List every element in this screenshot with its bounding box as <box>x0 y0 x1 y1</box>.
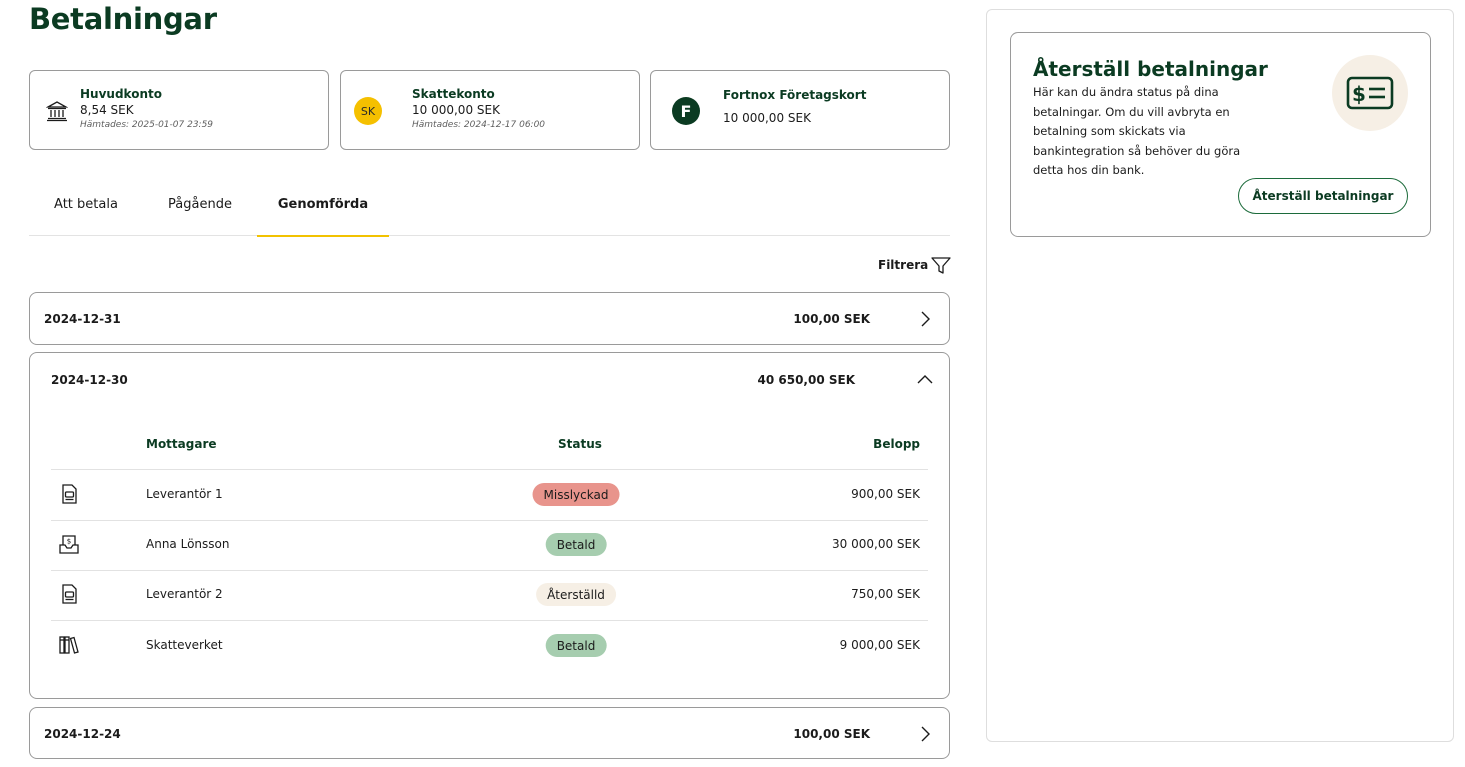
row-recipient: Leverantör 1 <box>146 487 223 501</box>
funnel-icon <box>931 257 951 274</box>
account-card-foretagskort[interactable]: F Fortnox Företagskort 10 000,00 SEK <box>650 70 950 150</box>
reset-payments-card: Återställ betalningar Här kan du ändra s… <box>1010 32 1431 237</box>
row-amount: 9 000,00 SEK <box>839 638 920 652</box>
invoice-icon <box>62 484 77 504</box>
account-card-huvudkonto[interactable]: Huvudkonto 8,54 SEK Hämtades: 2025-01-07… <box>29 70 329 150</box>
status-badge: Betald <box>545 634 607 657</box>
row-recipient: Anna Lönsson <box>146 537 230 551</box>
account-balance: 8,54 SEK <box>80 103 134 117</box>
filter-label: Filtrera <box>878 258 929 272</box>
group-total: 100,00 SEK <box>793 727 870 741</box>
group-date: 2024-12-31 <box>44 312 121 326</box>
tax-books-icon <box>59 636 79 654</box>
payment-group-2024-12-24[interactable]: 2024-12-24 100,00 SEK <box>29 707 950 759</box>
bank-icon <box>43 97 71 125</box>
row-amount: 30 000,00 SEK <box>832 537 920 551</box>
reset-title: Återställ betalningar <box>1033 57 1268 81</box>
table-row[interactable]: Leverantör 2 Återställd 750,00 SEK <box>51 570 928 620</box>
status-badge: Betald <box>545 533 607 556</box>
payment-group-2024-12-30: 2024-12-30 40 650,00 SEK Mottagare Statu… <box>29 352 950 699</box>
column-header-amount: Belopp <box>873 437 920 451</box>
svg-text:$: $ <box>1352 82 1366 106</box>
account-name: Fortnox Företagskort <box>723 88 867 102</box>
table-row[interactable]: Leverantör 1 Misslyckad 900,00 SEK <box>51 470 928 520</box>
fortnox-logo: F <box>672 97 700 125</box>
group-date: 2024-12-30 <box>51 373 128 387</box>
dollar-card-icon: $ <box>1332 55 1408 131</box>
account-balance: 10 000,00 SEK <box>412 103 500 117</box>
group-date: 2024-12-24 <box>44 727 121 741</box>
payment-tabs: Att betala Pågående Genomförda <box>29 172 950 237</box>
tab-att-betala[interactable]: Att betala <box>29 172 143 236</box>
fortnox-badge-label: F <box>672 97 700 125</box>
account-card-skattekonto[interactable]: SK Skattekonto 10 000,00 SEK Hämtades: 2… <box>340 70 640 150</box>
account-name: Huvudkonto <box>80 87 162 101</box>
group-total: 40 650,00 SEK <box>757 373 856 387</box>
tax-account-badge: SK <box>354 97 382 125</box>
row-amount: 750,00 SEK <box>851 587 920 601</box>
row-recipient: Leverantör 2 <box>146 587 223 601</box>
table-row[interactable]: $ Anna Lönsson Betald 30 000,00 SEK <box>51 520 928 570</box>
column-header-status: Status <box>558 437 602 451</box>
tab-genomforda[interactable]: Genomförda <box>257 172 389 237</box>
chevron-up-icon[interactable] <box>916 370 934 388</box>
reset-payments-button[interactable]: Återställ betalningar <box>1238 178 1408 214</box>
table-row[interactable]: Skatteverket Betald 9 000,00 SEK <box>51 621 928 671</box>
side-panel: Återställ betalningar Här kan du ändra s… <box>986 9 1454 742</box>
row-amount: 900,00 SEK <box>851 487 920 501</box>
invoice-icon <box>62 584 77 604</box>
status-badge: Återställd <box>536 583 616 606</box>
sk-badge-label: SK <box>354 97 382 125</box>
salary-icon: $ <box>59 535 79 554</box>
chevron-right-icon[interactable] <box>916 725 934 743</box>
account-balance: 10 000,00 SEK <box>723 111 811 125</box>
account-fetched-time: Hämtades: 2025-01-07 23:59 <box>80 120 214 130</box>
group-total: 100,00 SEK <box>793 312 870 326</box>
chevron-right-icon[interactable] <box>916 310 934 328</box>
account-fetched-time: Hämtades: 2024-12-17 06:00 <box>412 120 546 130</box>
svg-text:$: $ <box>67 538 71 546</box>
reset-description: Här kan du ändra status på dina betalnin… <box>1033 85 1241 177</box>
status-badge: Misslyckad <box>532 483 620 506</box>
account-name: Skattekonto <box>412 87 495 101</box>
page-title: Betalningar <box>29 2 217 36</box>
payment-group-2024-12-31[interactable]: 2024-12-31 100,00 SEK <box>29 292 950 345</box>
row-recipient: Skatteverket <box>146 638 223 652</box>
column-header-recipient: Mottagare <box>146 437 217 451</box>
filter-button[interactable]: Filtrera <box>878 255 952 275</box>
tab-pagaende[interactable]: Pågående <box>143 172 257 236</box>
